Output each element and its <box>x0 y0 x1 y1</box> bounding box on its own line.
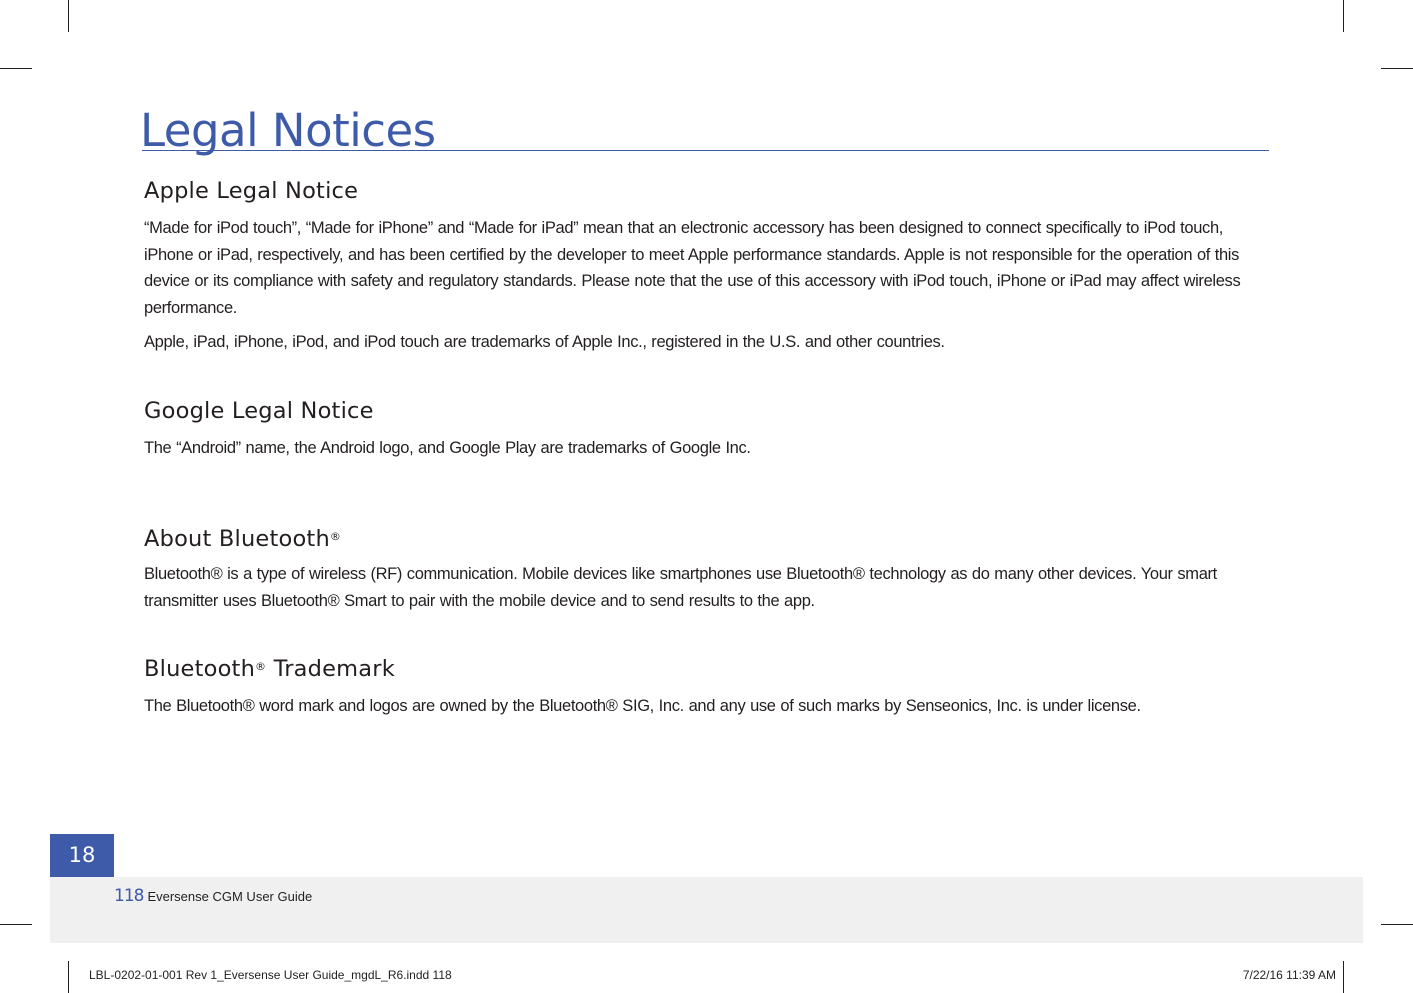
crop-mark <box>1381 924 1413 925</box>
crop-mark <box>0 68 32 69</box>
crop-mark <box>0 924 32 925</box>
footer-page-number: 118 <box>114 886 144 906</box>
crop-mark <box>1343 0 1344 32</box>
page-number-tab: 18 <box>50 834 114 877</box>
registered-mark: ® <box>255 660 267 673</box>
apple-legal-notice-section: Apple Legal Notice “Made for iPod touch”… <box>144 177 1274 356</box>
about-bluetooth-heading: About Bluetooth® <box>144 525 1274 553</box>
about-bluetooth-paragraph: Bluetooth® is a type of wireless (RF) co… <box>144 565 1217 610</box>
about-bluetooth-section: About Bluetooth® Bluetooth® is a type of… <box>144 525 1274 614</box>
crop-mark <box>68 961 69 993</box>
apple-notice-paragraph: “Made for iPod touch”, “Made for iPhone”… <box>144 219 1241 317</box>
google-notice-paragraph: The “Android” name, the Android logo, an… <box>144 439 751 457</box>
bluetooth-trademark-paragraph: The Bluetooth® word mark and logos are o… <box>144 697 1141 715</box>
bluetooth-trademark-heading-prefix: Bluetooth <box>144 656 256 682</box>
crop-mark <box>1381 68 1413 69</box>
footer-guide-name: Eversense CGM User Guide <box>147 889 313 904</box>
title-rule <box>142 150 1269 151</box>
crop-mark <box>68 0 69 32</box>
bluetooth-trademark-section: Bluetooth® Trademark The Bluetooth® word… <box>144 655 1274 720</box>
apple-legal-notice-heading: Apple Legal Notice <box>144 178 359 204</box>
bluetooth-trademark-heading-suffix: Trademark <box>266 656 395 682</box>
footer: 118 Eversense CGM User Guide <box>114 885 312 908</box>
print-slug-file-info: LBL-0202-01-001 Rev 1_Eversense User Gui… <box>89 968 452 982</box>
apple-trademark-paragraph: Apple, iPad, iPhone, iPod, and iPod touc… <box>144 333 945 351</box>
about-bluetooth-heading-text: About Bluetooth <box>144 526 330 552</box>
print-slug-timestamp: 7/22/16 11:39 AM <box>1242 968 1336 982</box>
crop-mark <box>1343 961 1344 993</box>
bluetooth-trademark-heading: Bluetooth® Trademark <box>144 655 1274 683</box>
registered-mark: ® <box>329 530 342 543</box>
google-legal-notice-section: Google Legal Notice The “Android” name, … <box>144 397 1274 462</box>
google-legal-notice-heading: Google Legal Notice <box>144 398 374 424</box>
